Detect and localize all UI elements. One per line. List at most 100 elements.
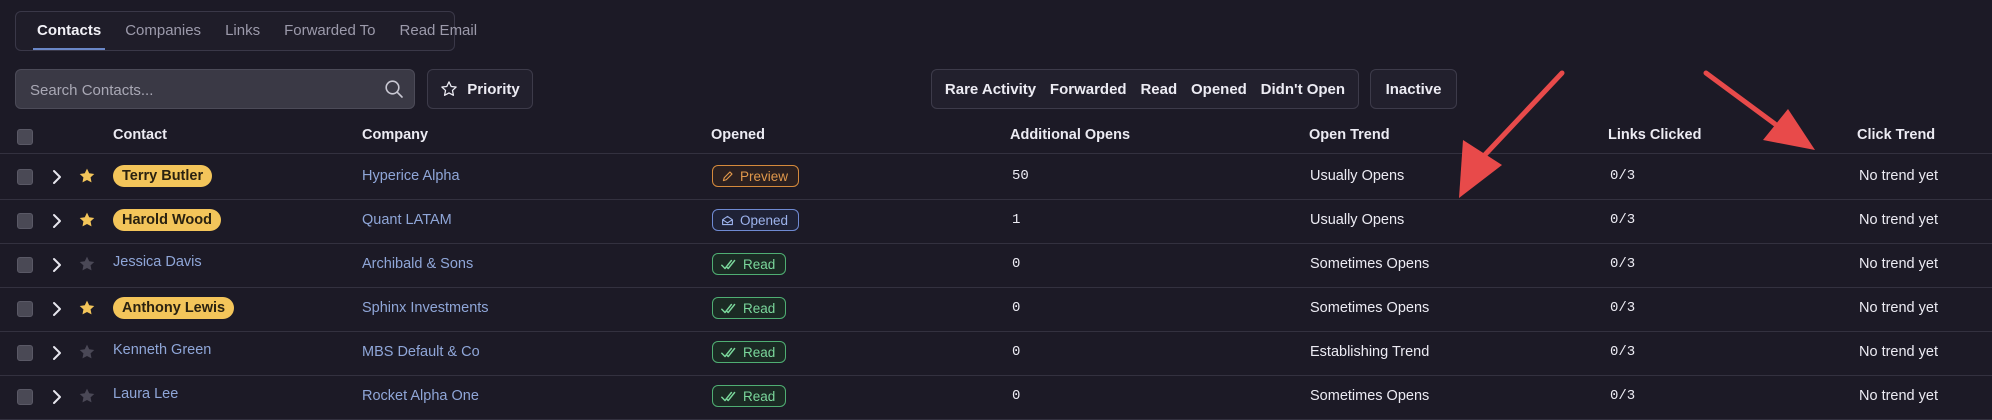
opened-status-label: Read	[743, 344, 776, 360]
table-row[interactable]: Terry Butler Hyperice Alpha Preview 50 Usual…	[0, 155, 1992, 199]
row-checkbox[interactable]	[17, 301, 33, 317]
additional-opens-value: 50	[1012, 168, 1029, 184]
table-row[interactable]: Laura Lee Rocket Alpha One Read 0 Sometimes …	[0, 375, 1992, 419]
row-checkbox[interactable]	[17, 257, 33, 273]
chevron-right-icon[interactable]	[50, 213, 64, 229]
table-row[interactable]: Anthony Lewis Sphinx Investments Read 0 Some…	[0, 287, 1992, 331]
company-link[interactable]: Rocket Alpha One	[362, 388, 479, 404]
open-trend-value: Usually Opens	[1310, 212, 1405, 228]
chevron-right-icon[interactable]	[50, 257, 64, 273]
select-all-checkbox[interactable]	[17, 129, 33, 145]
chevron-right-icon[interactable]	[50, 169, 64, 185]
contact-name[interactable]: Terry Butler	[113, 165, 213, 187]
contact-name[interactable]: Kenneth Green	[113, 342, 211, 358]
star-icon[interactable]	[78, 387, 96, 405]
opened-status-label: Read	[743, 388, 776, 404]
contact-name[interactable]: Jessica Davis	[113, 254, 202, 270]
opened-status-badge: Read	[712, 341, 787, 363]
opened-status-label: Opened	[740, 212, 789, 228]
double-check-icon	[721, 303, 736, 313]
additional-opens-value: 0	[1012, 256, 1021, 272]
column-header-company[interactable]: Company	[362, 127, 428, 143]
click-trend-value: No trend yet	[1859, 300, 1938, 316]
open-trend-value: Establishing Trend	[1310, 344, 1430, 360]
company-link[interactable]: Hyperice Alpha	[362, 168, 460, 184]
company-link[interactable]: Quant LATAM	[362, 212, 452, 228]
links-clicked-value: 0/3	[1610, 388, 1636, 404]
opened-status-badge: Read	[712, 253, 787, 275]
tab-read-email[interactable]: Read Email	[388, 12, 490, 50]
links-clicked-value: 0/3	[1610, 168, 1636, 184]
click-trend-value: No trend yet	[1859, 212, 1938, 228]
additional-opens-value: 1	[1012, 212, 1021, 228]
pencil-icon	[722, 170, 733, 181]
star-outline-icon	[441, 81, 457, 96]
company-link[interactable]: MBS Default & Co	[362, 344, 480, 360]
double-check-icon	[721, 259, 736, 269]
row-checkbox[interactable]	[17, 213, 33, 229]
column-header-contact[interactable]: Contact	[113, 127, 167, 143]
chevron-right-icon[interactable]	[50, 345, 64, 361]
additional-opens-value: 0	[1012, 300, 1021, 316]
row-checkbox[interactable]	[17, 169, 33, 185]
company-link[interactable]: Sphinx Investments	[362, 300, 489, 316]
filter-didnt-open[interactable]: Didn't Open	[1261, 81, 1345, 98]
chevron-right-icon[interactable]	[50, 389, 64, 405]
opened-status-badge: Read	[712, 385, 787, 407]
click-trend-value: No trend yet	[1859, 344, 1938, 360]
star-icon[interactable]	[78, 343, 96, 361]
links-clicked-value: 0/3	[1610, 256, 1636, 272]
column-header-click-trend[interactable]: Click Trend	[1857, 127, 1935, 143]
star-icon[interactable]	[78, 211, 96, 229]
search-icon[interactable]	[384, 79, 404, 99]
priority-label: Priority	[467, 80, 520, 98]
click-trend-value: No trend yet	[1859, 256, 1938, 272]
column-header-opened[interactable]: Opened	[711, 127, 765, 143]
priority-button[interactable]: Priority	[427, 69, 533, 109]
opened-status-badge: Preview	[712, 165, 800, 187]
contact-name[interactable]: Laura Lee	[113, 386, 178, 402]
company-link[interactable]: Archibald & Sons	[362, 256, 473, 272]
open-trend-value: Sometimes Opens	[1310, 388, 1430, 404]
contact-name[interactable]: Anthony Lewis	[113, 297, 235, 319]
opened-status-label: Read	[743, 300, 776, 316]
filter-rare-activity[interactable]: Rare Activity	[945, 81, 1036, 98]
links-clicked-value: 0/3	[1610, 212, 1636, 228]
additional-opens-value: 0	[1012, 344, 1021, 360]
open-trend-value: Sometimes Opens	[1310, 300, 1430, 316]
filter-opened[interactable]: Opened	[1191, 81, 1247, 98]
links-clicked-value: 0/3	[1610, 300, 1636, 316]
star-icon[interactable]	[78, 299, 96, 317]
table-row[interactable]: Jessica Davis Archibald & Sons Read 0 Someti…	[0, 243, 1992, 287]
links-clicked-value: 0/3	[1610, 344, 1636, 360]
tab-links[interactable]: Links	[213, 12, 272, 50]
header-divider	[0, 153, 1992, 154]
table-row[interactable]: Harold Wood Quant LATAM Opened 1 Usually Ope…	[0, 199, 1992, 243]
envelope-open-icon	[722, 215, 733, 225]
opened-status-label: Read	[743, 256, 776, 272]
filter-inactive[interactable]: Inactive	[1370, 69, 1457, 109]
row-checkbox[interactable]	[17, 345, 33, 361]
opened-status-label: Preview	[740, 168, 789, 184]
search-input[interactable]	[28, 70, 372, 110]
filter-read[interactable]: Read	[1140, 81, 1177, 98]
chevron-right-icon[interactable]	[50, 301, 64, 317]
tab-contacts[interactable]: Contacts	[25, 12, 113, 50]
row-checkbox[interactable]	[17, 389, 33, 405]
column-header-additional-opens[interactable]: Additional Opens	[1010, 127, 1130, 143]
annotation-arrow-click-trend	[1703, 70, 1815, 150]
open-trend-value: Usually Opens	[1310, 168, 1405, 184]
tab-forwarded-to[interactable]: Forwarded To	[272, 12, 387, 50]
star-icon[interactable]	[78, 167, 96, 185]
tab-companies[interactable]: Companies	[113, 12, 213, 50]
double-check-icon	[721, 391, 736, 401]
table-row[interactable]: Kenneth Green MBS Default & Co Read 0 Establ…	[0, 331, 1992, 375]
contact-name[interactable]: Harold Wood	[113, 209, 221, 231]
filter-forwarded[interactable]: Forwarded	[1050, 81, 1127, 98]
column-header-links-clicked[interactable]: Links Clicked	[1608, 127, 1701, 143]
click-trend-value: No trend yet	[1859, 388, 1938, 404]
column-header-open-trend[interactable]: Open Trend	[1309, 127, 1390, 143]
view-tabs: Contacts Companies Links Forwarded To Re…	[15, 11, 477, 51]
search-box	[15, 69, 415, 110]
star-icon[interactable]	[78, 255, 96, 273]
